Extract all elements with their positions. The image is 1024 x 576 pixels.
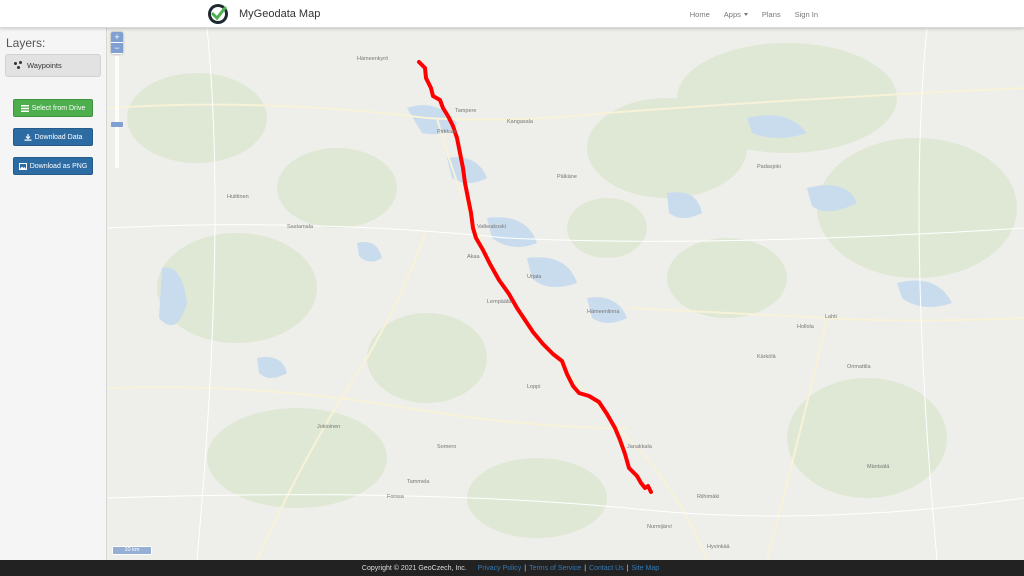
download-icon xyxy=(24,133,32,141)
top-navbar: MyGeodata Map Home Apps Plans Sign In xyxy=(0,0,1024,28)
brand-name: MyGeodata Map xyxy=(239,8,321,20)
place-label: Sastamala xyxy=(287,224,314,230)
place-label: Forssa xyxy=(387,494,405,500)
download-data-label: Download Data xyxy=(34,133,83,141)
footer-privacy-link[interactable]: Privacy Policy xyxy=(478,565,522,572)
nav-links: Home Apps Plans Sign In xyxy=(676,0,818,28)
place-label: Jokioinen xyxy=(317,424,340,430)
nav-plans-link[interactable]: Plans xyxy=(762,10,781,19)
place-label: Hämeenkyrö xyxy=(357,56,388,62)
place-label: Riihimäki xyxy=(697,494,719,500)
footer-sitemap-link[interactable]: Site Map xyxy=(631,565,659,572)
place-label: Tammela xyxy=(407,479,430,485)
place-label: Orimattila xyxy=(847,364,871,370)
scale-bar: 10 km xyxy=(112,546,152,555)
place-label: Lahti xyxy=(825,314,837,320)
place-label: Hollola xyxy=(797,324,815,330)
place-label: Janakkala xyxy=(627,444,653,450)
zoom-out-button[interactable]: − xyxy=(111,43,123,54)
list-icon xyxy=(20,104,29,112)
nav-home-link[interactable]: Home xyxy=(690,10,710,19)
place-label: Urjala xyxy=(527,274,542,280)
layers-title: Layers: xyxy=(6,36,46,50)
layer-item-waypoints[interactable]: Waypoints xyxy=(5,54,101,77)
footer: Copyright © 2021 GeoCzech, Inc. Privacy … xyxy=(0,560,1024,576)
nav-apps-label: Apps xyxy=(723,9,741,19)
zoom-slider[interactable] xyxy=(111,56,123,168)
footer-separator: | xyxy=(524,564,527,572)
place-label: Loppi xyxy=(527,384,540,390)
place-label: Hämeenlinna xyxy=(587,309,620,315)
place-label: Mäntsälä xyxy=(867,464,890,470)
place-label: Kangasala xyxy=(507,119,534,125)
place-label: Nurmijärvi xyxy=(647,524,672,530)
map-canvas[interactable]: Hämeenkyrö Tampere Kangasala Pirkkala Lempää… xyxy=(107,28,1024,560)
caret-down-icon xyxy=(743,12,748,16)
zoom-in-button[interactable]: + xyxy=(111,32,123,43)
download-png-label: Download as PNG xyxy=(29,162,88,170)
zoom-slider-handle[interactable] xyxy=(111,122,123,127)
place-label: Tampere xyxy=(455,108,476,114)
place-label: Hyvinkää xyxy=(707,544,731,550)
footer-separator: | xyxy=(584,564,587,572)
waypoints-icon xyxy=(14,61,23,70)
place-label: Pirkkala xyxy=(437,129,458,135)
place-label: Somero xyxy=(437,444,456,450)
select-from-drive-label: Select from Drive xyxy=(31,104,86,112)
download-data-button[interactable]: Download Data xyxy=(13,128,93,146)
place-label: Padasjoki xyxy=(757,164,781,170)
place-label: Lempäälä xyxy=(487,299,512,305)
place-label: Kärkölä xyxy=(757,354,777,360)
nav-signin-link[interactable]: Sign In xyxy=(795,10,818,19)
footer-copyright: Copyright © 2021 GeoCzech, Inc. xyxy=(361,564,467,572)
download-png-button[interactable]: Download as PNG xyxy=(13,157,93,175)
zoom-track xyxy=(115,56,119,168)
place-label: Pälkäne xyxy=(557,174,577,180)
layers-sidebar: Layers: Waypoints Select from Drive Down… xyxy=(0,28,107,560)
zoom-control: + − xyxy=(111,32,123,54)
layer-label: Waypoints xyxy=(27,61,62,70)
brand[interactable]: MyGeodata Map xyxy=(207,3,320,25)
footer-separator: | xyxy=(626,564,629,572)
place-label: Akaa xyxy=(467,254,480,260)
select-from-drive-button[interactable]: Select from Drive xyxy=(13,99,93,117)
nav-apps-dropdown[interactable]: Apps xyxy=(724,10,748,19)
image-icon xyxy=(18,162,27,170)
footer-terms-link[interactable]: Terms of Service xyxy=(529,565,581,572)
basemap: Hämeenkyrö Tampere Kangasala Pirkkala Lempää… xyxy=(107,28,1024,560)
mygeodata-logo-icon xyxy=(208,4,228,24)
place-label: Valkeakoski xyxy=(477,224,506,230)
place-label: Huittinen xyxy=(227,194,249,200)
footer-contact-link[interactable]: Contact Us xyxy=(589,565,624,572)
